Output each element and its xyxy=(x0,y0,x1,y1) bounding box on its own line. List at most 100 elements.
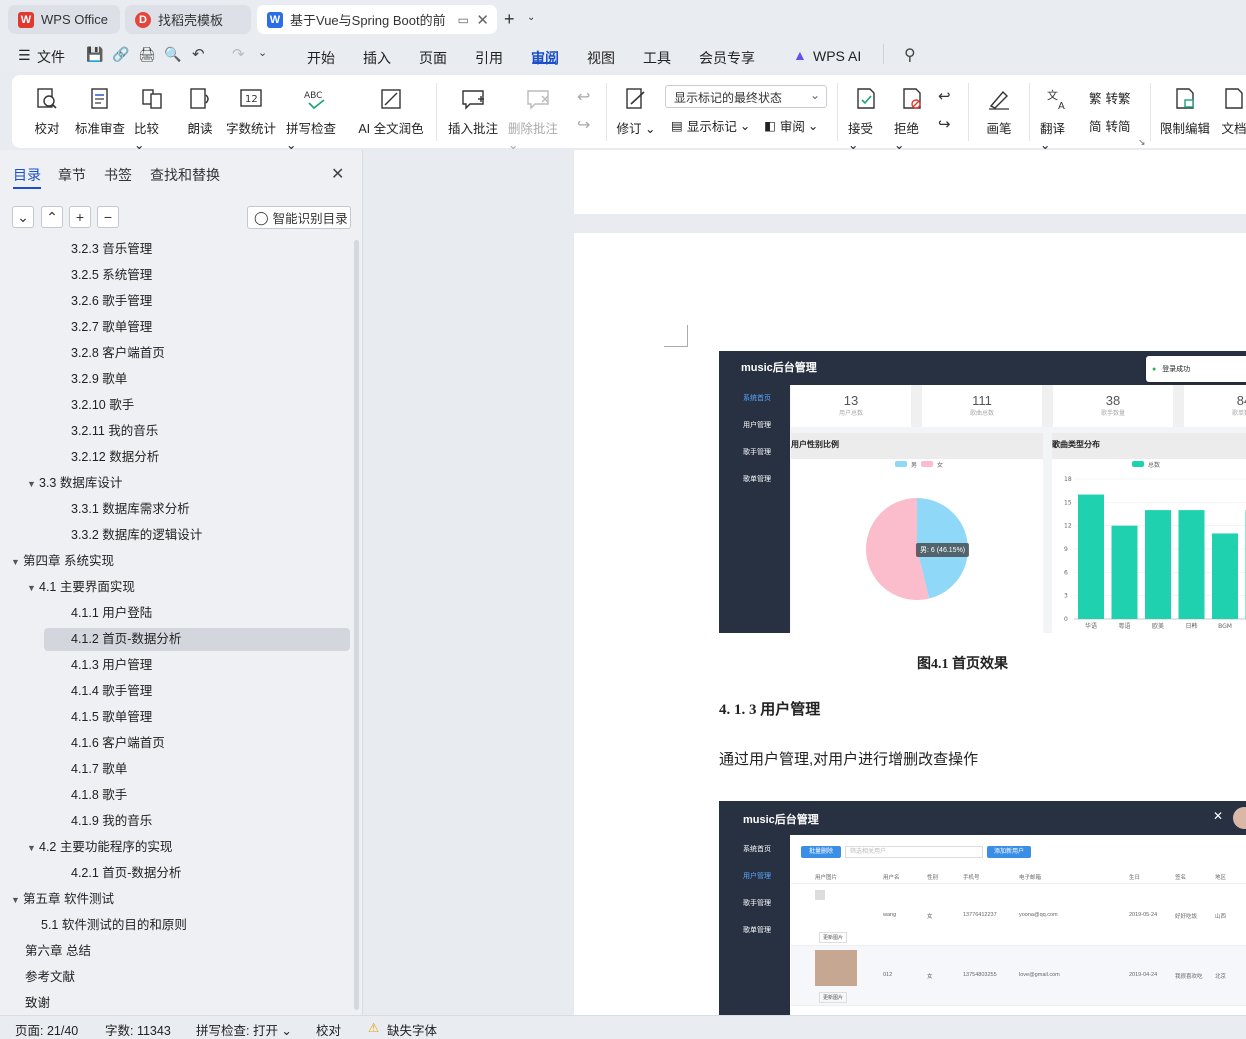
add-heading-button[interactable]: + xyxy=(69,206,91,228)
menu-wps-ai[interactable]: WPS AI xyxy=(813,48,861,64)
toc-item[interactable]: 4.2.1 首页-数据分析 xyxy=(71,862,181,884)
toc-item[interactable]: 3.2.9 歌单 xyxy=(71,368,127,390)
collapse-all-button[interactable]: ⌄ xyxy=(12,206,34,228)
smart-toc-button[interactable]: ◯ 智能识别目录 xyxy=(247,206,351,229)
caret-down-icon[interactable]: ▼ xyxy=(27,577,39,599)
review-pane-button[interactable]: ◧ 审阅 ⌄ xyxy=(764,116,818,135)
to-simplified-button[interactable]: 简 转简 xyxy=(1089,116,1131,135)
toc-item[interactable]: 3.2.7 歌单管理 xyxy=(71,316,152,338)
toc-scrollbar[interactable] xyxy=(354,240,359,1010)
translate-button[interactable]: 文A 翻译 ⌄ xyxy=(1040,75,1076,152)
toc-item[interactable]: 4.1.7 歌单 xyxy=(71,758,127,780)
toc-item[interactable]: ▼ 4.1 主要界面实现 xyxy=(27,576,135,598)
toc-item[interactable]: 4.1.3 用户管理 xyxy=(71,654,152,676)
missing-font-status[interactable]: 缺失字体 xyxy=(387,1020,437,1039)
toc-item[interactable]: 3.2.11 我的音乐 xyxy=(71,420,158,442)
insert-comment-button[interactable]: 插入批注 xyxy=(448,75,498,137)
toc-item[interactable]: ▼ 3.3 数据库设计 xyxy=(27,472,122,494)
tab-toc[interactable]: 目录 xyxy=(13,165,41,185)
toc-item[interactable]: 3.2.3 音乐管理 xyxy=(71,240,152,260)
toc-item[interactable]: 4.1.1 用户登陆 xyxy=(71,602,152,624)
prev-change-icon[interactable]: ↩ xyxy=(938,87,951,105)
menu-page[interactable]: 页面 xyxy=(419,48,447,68)
menu-member[interactable]: 会员专享 xyxy=(699,48,755,68)
toc-item[interactable]: 3.2.6 歌手管理 xyxy=(71,290,152,312)
menu-tools[interactable]: 工具 xyxy=(643,48,671,68)
proof-status[interactable]: 校对 xyxy=(316,1020,341,1039)
proofread-button[interactable]: 校对 xyxy=(34,75,60,137)
toc-item[interactable]: 4.1.2 首页-数据分析 xyxy=(71,628,181,650)
monitor-icon[interactable]: ▭ xyxy=(458,13,469,27)
toc-item[interactable]: ▼ 4.2 主要功能程序的实现 xyxy=(27,836,172,858)
toc-item[interactable]: 致谢 xyxy=(25,992,50,1014)
close-tab-icon[interactable]: ✕ xyxy=(476,11,489,29)
doc-button[interactable]: 文档 xyxy=(1219,75,1246,137)
search-icon[interactable]: ⚲ xyxy=(904,45,916,65)
tab-chapter[interactable]: 章节 xyxy=(58,165,86,185)
hamburger-icon[interactable]: ☰ xyxy=(18,47,31,64)
tab-document[interactable]: W 基于Vue与Spring Boot的前 ▭ ✕ xyxy=(257,5,497,34)
accept-button[interactable]: 接受 ⌄ xyxy=(848,75,884,152)
ai-polish-button[interactable]: AI 全文润色 xyxy=(356,75,426,137)
show-markup-button[interactable]: ▤ 显示标记 ⌄ xyxy=(671,116,750,135)
tab-find-replace[interactable]: 查找和替换 xyxy=(150,165,220,185)
word-count-button[interactable]: 12 字数统计 xyxy=(226,75,276,137)
to-traditional-button[interactable]: 繁 转繁 xyxy=(1089,88,1131,107)
tab-wps-office[interactable]: W WPS Office xyxy=(8,5,120,34)
toc-item[interactable]: 5.1 软件测试的目的和原则 xyxy=(41,914,187,936)
link-icon[interactable]: 🔗 xyxy=(112,46,129,63)
word-count[interactable]: 字数: 11343 xyxy=(105,1020,171,1039)
figure-user-management[interactable]: music后台管理 ✕ 系统首页 用户管理 歌手管理 歌单管理 批量删除 筛选相… xyxy=(719,801,1246,1015)
expand-icon[interactable]: ↘ xyxy=(1138,137,1146,148)
current-page[interactable]: music后台管理 ● 登录成功 系统首页 用户管理 歌手管理 歌单管理 用户性… xyxy=(574,233,1246,1015)
revise-button[interactable]: 修订 ⌄ xyxy=(616,75,656,137)
toc-item[interactable]: 4.1.4 歌手管理 xyxy=(71,680,152,702)
toc-item[interactable]: 3.2.5 系统管理 xyxy=(71,264,152,286)
menu-reference[interactable]: 引用 xyxy=(475,48,503,68)
markup-state-dropdown[interactable]: 显示标记的最终状态 ⌄ xyxy=(665,85,827,108)
print-icon[interactable]: 🖨 xyxy=(138,46,156,63)
figure-dashboard[interactable]: music后台管理 ● 登录成功 系统首页 用户管理 歌手管理 歌单管理 用户性… xyxy=(719,351,1246,633)
restrict-edit-button[interactable]: 限制编辑 xyxy=(1160,75,1210,137)
toc-item[interactable]: 4.1.8 歌手 xyxy=(71,784,127,806)
tab-template[interactable]: D 找稻壳模板 xyxy=(125,5,251,34)
toc-item[interactable]: 3.2.8 客户端首页 xyxy=(71,342,165,364)
toc-item[interactable]: 第六章 总结 xyxy=(25,940,91,962)
menu-review[interactable]: 审阅 xyxy=(531,48,559,68)
close-pane-icon[interactable]: ✕ xyxy=(331,164,344,184)
remove-heading-button[interactable]: − xyxy=(97,206,119,228)
toc-item[interactable]: 3.2.12 数据分析 xyxy=(71,446,159,468)
compare-button[interactable]: 比较 ⌄ xyxy=(134,75,170,152)
reject-button[interactable]: 拒绝 ⌄ xyxy=(894,75,930,152)
standard-review-button[interactable]: 标准审查 xyxy=(75,75,125,137)
caret-down-icon[interactable]: ▼ xyxy=(27,837,39,859)
toc-item[interactable]: 4.1.5 歌单管理 xyxy=(71,706,152,728)
menu-view[interactable]: 视图 xyxy=(587,48,615,68)
toc-item[interactable]: ▼ 第五章 软件测试 xyxy=(11,888,114,910)
spell-check-status[interactable]: 拼写检查: 打开 ⌄ xyxy=(196,1020,292,1039)
toc-item[interactable]: 3.3.2 数据库的逻辑设计 xyxy=(71,524,202,546)
toc-item[interactable]: 参考文献 xyxy=(25,966,75,988)
caret-down-icon[interactable]: ▼ xyxy=(11,551,23,573)
page-indicator[interactable]: 页面: 21/40 xyxy=(15,1020,78,1039)
more-icon[interactable]: ⌄ xyxy=(258,46,267,59)
toc-item[interactable]: 4.1.6 客户端首页 xyxy=(71,732,165,754)
spell-check-button[interactable]: ABC 拼写检查 ⌄ xyxy=(286,75,346,152)
read-aloud-button[interactable]: 朗读 xyxy=(187,75,213,137)
undo-icon[interactable]: ↶ xyxy=(192,45,205,63)
toc-item[interactable]: 3.2.10 歌手 xyxy=(71,394,134,416)
toc-item[interactable]: 3.3.1 数据库需求分析 xyxy=(71,498,190,520)
menu-insert[interactable]: 插入 xyxy=(363,48,391,68)
next-change-icon[interactable]: ↪ xyxy=(938,115,951,133)
expand-up-button[interactable]: ⌃ xyxy=(41,206,63,228)
print-preview-icon[interactable]: 🔍 xyxy=(164,46,181,63)
tab-bookmark[interactable]: 书签 xyxy=(104,165,132,185)
caret-down-icon[interactable]: ▼ xyxy=(27,473,39,495)
new-tab-icon[interactable]: + xyxy=(504,9,515,30)
caret-down-icon[interactable]: ▼ xyxy=(11,889,23,911)
toc-item[interactable]: ▼ 第四章 系统实现 xyxy=(11,550,114,572)
pen-button[interactable]: 画笔 xyxy=(984,75,1014,137)
menu-start[interactable]: 开始 xyxy=(307,48,335,68)
save-icon[interactable]: 💾 xyxy=(86,46,103,63)
toc-item[interactable]: 4.1.9 我的音乐 xyxy=(71,810,152,832)
